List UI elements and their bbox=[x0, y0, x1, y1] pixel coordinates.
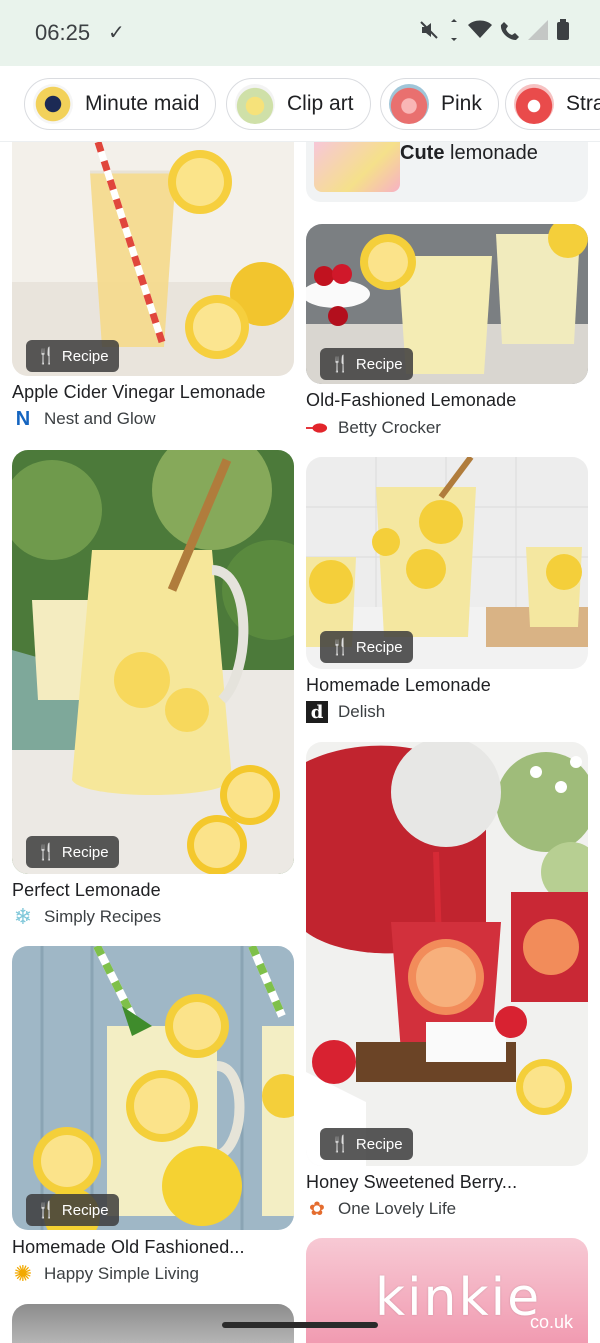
recipe-badge-label: Recipe bbox=[61, 843, 109, 861]
recipe-badge: 🍴 Recipe bbox=[320, 1128, 413, 1160]
recipe-badge-label: Recipe bbox=[355, 638, 403, 656]
recipe-badge: 🍴 Recipe bbox=[26, 836, 119, 868]
card-cute-lemonade[interactable]: Cute lemonade bbox=[306, 142, 588, 202]
source-name: One Lovely Life bbox=[338, 1199, 457, 1218]
fork-knife-icon: 🍴 bbox=[36, 348, 56, 365]
card-title: Homemade Old Fashioned... bbox=[12, 1237, 245, 1257]
chip-label: Minute maid bbox=[85, 92, 200, 115]
mason-jar-lemonade-image bbox=[12, 946, 294, 1230]
chip-label: Stra bbox=[566, 92, 600, 115]
card-title: Old-Fashioned Lemonade bbox=[306, 390, 517, 410]
data-icon bbox=[451, 19, 457, 41]
fork-knife-icon: 🍴 bbox=[330, 1136, 350, 1153]
status-time: 06:25 bbox=[35, 20, 91, 45]
delish-logo-icon: d bbox=[306, 701, 328, 723]
recipe-badge: 🍴 Recipe bbox=[320, 631, 413, 663]
recipe-badge-label: Recipe bbox=[61, 1201, 109, 1219]
card-homemade-old-fashioned[interactable]: 🍴 Recipe Homemade Old Fashioned... ✺ Happ… bbox=[12, 946, 294, 1286]
battery-icon bbox=[557, 19, 569, 40]
chip-label: Clip art bbox=[287, 92, 354, 115]
nest-and-glow-logo-icon: N bbox=[15, 407, 31, 430]
source-name: Happy Simple Living bbox=[44, 1264, 199, 1283]
card-title: Apple Cider Vinegar Lemonade bbox=[12, 382, 266, 402]
recipe-badge: 🍴 Recipe bbox=[26, 340, 119, 372]
card-title: Homemade Lemonade bbox=[306, 675, 491, 695]
source-name: Betty Crocker bbox=[338, 418, 441, 437]
lemonade-pitcher-image bbox=[12, 450, 294, 874]
simply-recipes-flower-icon: ❄ bbox=[13, 904, 33, 929]
card-apple-cider-vinegar-lemonade[interactable]: 🍴 Recipe Apple Cider Vinegar Lemonade N N… bbox=[12, 142, 294, 432]
title-bold: Cute bbox=[400, 142, 445, 164]
fork-knife-icon: 🍴 bbox=[330, 356, 350, 373]
one-lovely-life-logo-icon: ✿ bbox=[309, 1198, 325, 1220]
recipe-badge-label: Recipe bbox=[61, 347, 109, 365]
card-source: ❄ Simply Recipes bbox=[12, 904, 162, 929]
card-image bbox=[12, 946, 294, 1230]
card-source: N Nest and Glow bbox=[12, 408, 156, 430]
card-image bbox=[306, 742, 588, 1166]
sunflower-icon: ✺ bbox=[13, 1261, 33, 1286]
chip-strawberry[interactable]: Stra bbox=[505, 78, 600, 130]
source-name: Delish bbox=[338, 702, 386, 721]
source-name: Nest and Glow bbox=[44, 409, 156, 428]
fork-knife-icon: 🍴 bbox=[36, 844, 56, 861]
card-title: Perfect Lemonade bbox=[12, 880, 161, 900]
recipe-badge: 🍴 Recipe bbox=[26, 1194, 119, 1226]
related-search-chips: Minute maid Clip art Pink Stra bbox=[0, 66, 600, 142]
card-source: ✺ Happy Simple Living bbox=[12, 1261, 199, 1286]
mute-icon bbox=[420, 21, 438, 39]
card-title: Honey Sweetened Berry... bbox=[306, 1172, 518, 1192]
chip-thumbnail bbox=[33, 84, 73, 124]
berry-lemonade-image bbox=[306, 742, 588, 1166]
chip-thumbnail bbox=[389, 84, 429, 124]
signal-icon bbox=[528, 20, 548, 40]
source-name: Simply Recipes bbox=[44, 907, 162, 926]
status-bar: 06:25 ✓ bbox=[0, 0, 600, 66]
chip-minute-maid[interactable]: Minute maid bbox=[24, 78, 217, 130]
recipe-badge-label: Recipe bbox=[355, 1135, 403, 1153]
gesture-navigation-bar[interactable] bbox=[222, 1322, 378, 1328]
card-homemade-lemonade[interactable]: 🍴 Recipe Homemade Lemonade d Delish bbox=[306, 457, 588, 727]
recipe-badge-label: Recipe bbox=[355, 355, 403, 373]
fork-knife-icon: 🍴 bbox=[36, 1202, 56, 1219]
card-honey-sweetened-berry[interactable]: 🍴 Recipe Honey Sweetened Berry... ✿ One L… bbox=[306, 742, 588, 1222]
card-title: Cute lemonade bbox=[400, 142, 538, 165]
watermark-sub: co.uk bbox=[530, 1312, 574, 1332]
chip-thumbnail bbox=[235, 84, 275, 124]
check-icon: ✓ bbox=[108, 22, 125, 44]
recipe-badge: 🍴 Recipe bbox=[320, 348, 413, 380]
card-source: d Delish bbox=[306, 701, 385, 723]
chip-thumbnail bbox=[514, 84, 554, 124]
call-icon bbox=[500, 22, 519, 40]
card-source: ✿ One Lovely Life bbox=[306, 1198, 456, 1220]
betty-crocker-spoon-icon bbox=[306, 417, 328, 439]
fork-knife-icon: 🍴 bbox=[330, 639, 350, 656]
card-image bbox=[12, 450, 294, 874]
status-icons bbox=[418, 19, 570, 41]
watermark-logo: kinkie bbox=[375, 1268, 542, 1328]
wifi-icon bbox=[468, 20, 492, 38]
card-perfect-lemonade[interactable]: 🍴 Recipe Perfect Lemonade ❄ Simply Recipe… bbox=[12, 450, 294, 930]
chip-clip-art[interactable]: Clip art bbox=[226, 78, 371, 130]
card-old-fashioned-lemonade[interactable]: 🍴 Recipe Old-Fashioned Lemonade Betty Cro… bbox=[306, 224, 588, 444]
card-thumbnail bbox=[314, 142, 400, 192]
chip-label: Pink bbox=[441, 92, 482, 115]
chip-pink[interactable]: Pink bbox=[380, 78, 499, 130]
title-rest: lemonade bbox=[444, 142, 538, 164]
card-source: Betty Crocker bbox=[306, 417, 441, 439]
